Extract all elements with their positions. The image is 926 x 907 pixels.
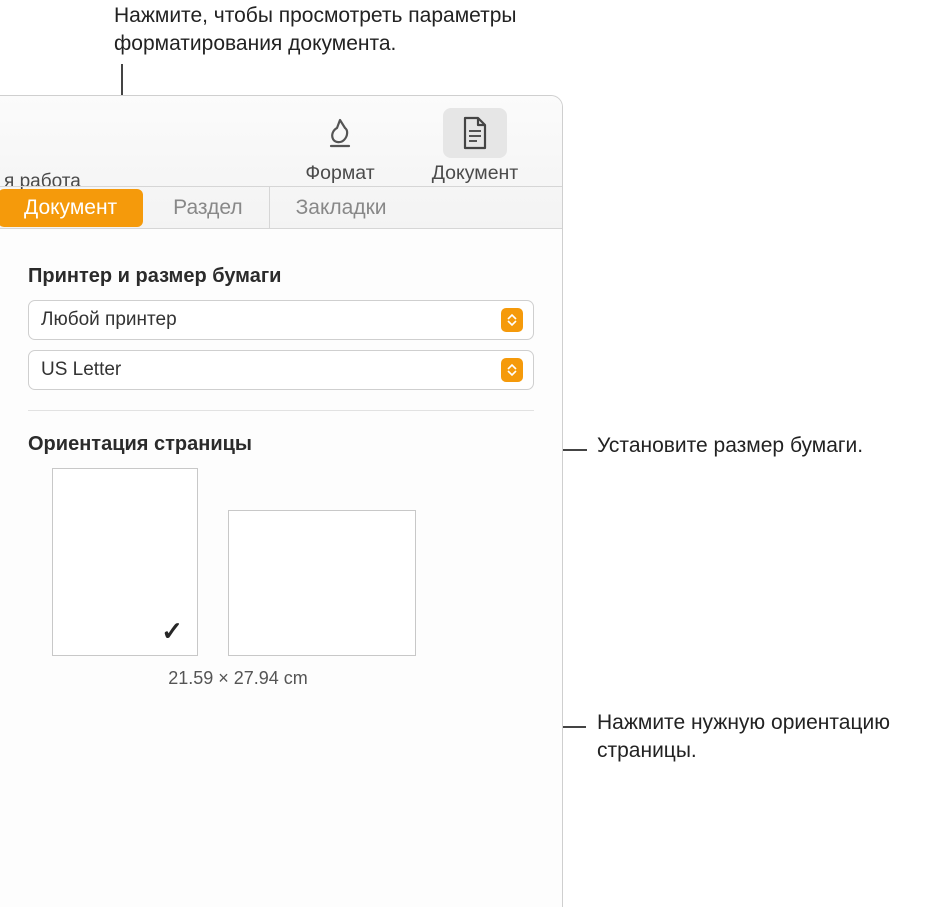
callout-orientation: Нажмите нужную ориентацию страницы. (597, 709, 917, 766)
tab-document[interactable]: Документ (0, 189, 143, 227)
printer-heading: Принтер и размер бумаги (28, 265, 534, 288)
dropdown-stepper-icon (501, 308, 523, 332)
tab-bookmarks[interactable]: Закладки (270, 187, 413, 228)
printer-select[interactable]: Любой принтер (28, 300, 534, 340)
paper-value: US Letter (41, 359, 501, 381)
check-icon: ✓ (161, 616, 183, 647)
orientation-row: ✓ (28, 468, 534, 656)
tab-section[interactable]: Раздел (147, 187, 269, 228)
orientation-landscape[interactable] (228, 510, 416, 656)
subtabs: Документ Раздел Закладки (0, 186, 562, 228)
paper-size-select[interactable]: US Letter (28, 350, 534, 390)
orientation-heading: Ориентация страницы (28, 433, 534, 456)
toolbar-document-label: Документ (410, 162, 540, 185)
printer-value: Любой принтер (41, 309, 501, 331)
orientation-portrait[interactable]: ✓ (52, 468, 198, 656)
dropdown-stepper-icon (501, 358, 523, 382)
toolbar-format-label: Формат (290, 162, 390, 185)
panel-body: Принтер и размер бумаги Любой принтер US… (0, 229, 562, 689)
document-icon (443, 108, 507, 158)
toolbar-format-button[interactable]: Формат (290, 108, 390, 185)
toolbar: я работа Формат Документ (0, 96, 562, 229)
callout-paper: Установите размер бумаги. (597, 432, 917, 460)
page-dimensions: 21.59 × 27.94 cm (88, 668, 388, 689)
format-icon (308, 108, 372, 158)
inspector-panel: я работа Формат Документ (0, 95, 563, 907)
callout-top: Нажмите, чтобы просмотреть параметры фор… (114, 2, 634, 59)
toolbar-document-button[interactable]: Документ (410, 108, 540, 185)
divider (28, 410, 534, 411)
